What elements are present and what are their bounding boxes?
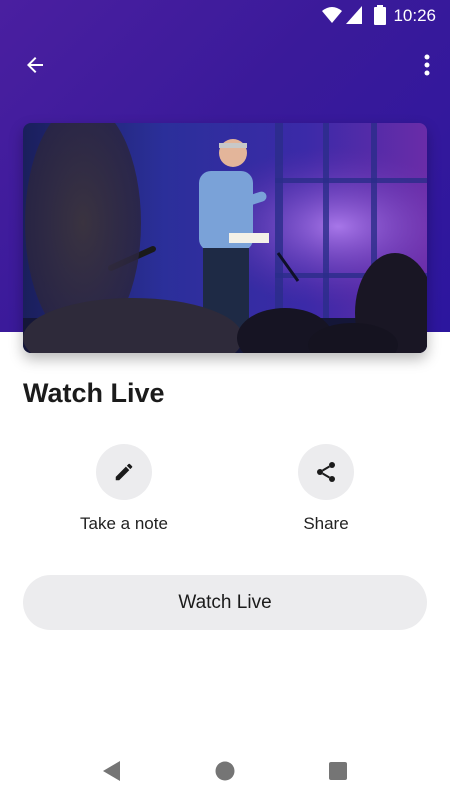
cellular-signal-icon xyxy=(346,6,362,24)
system-nav-bar xyxy=(0,740,450,800)
nav-back-icon[interactable] xyxy=(100,760,122,782)
hero-image[interactable] xyxy=(23,123,427,353)
battery-icon xyxy=(374,5,386,25)
share-button[interactable]: Share xyxy=(256,444,396,534)
take-note-button[interactable]: Take a note xyxy=(54,444,194,534)
pencil-icon xyxy=(115,463,133,481)
app-bar xyxy=(0,32,450,96)
share-label: Share xyxy=(303,514,349,533)
back-button[interactable] xyxy=(16,46,54,84)
more-options-button[interactable] xyxy=(414,46,440,84)
preacher-on-stage-photo xyxy=(23,123,427,353)
take-note-label: Take a note xyxy=(80,514,168,533)
share-icon-circle[interactable] xyxy=(298,444,354,500)
status-time: 10:26 xyxy=(393,6,436,25)
status-bar: 10:26 xyxy=(0,0,450,32)
more-vertical-icon xyxy=(424,54,430,76)
share-icon xyxy=(317,462,335,482)
nav-recents-icon[interactable] xyxy=(327,760,349,782)
arrow-back-icon xyxy=(27,57,43,73)
watch-live-button[interactable]: Watch Live xyxy=(23,575,427,630)
nav-home-icon[interactable] xyxy=(214,760,236,782)
page-title: Watch Live xyxy=(23,378,165,408)
wifi-icon xyxy=(322,7,342,23)
take-note-icon-circle[interactable] xyxy=(96,444,152,500)
